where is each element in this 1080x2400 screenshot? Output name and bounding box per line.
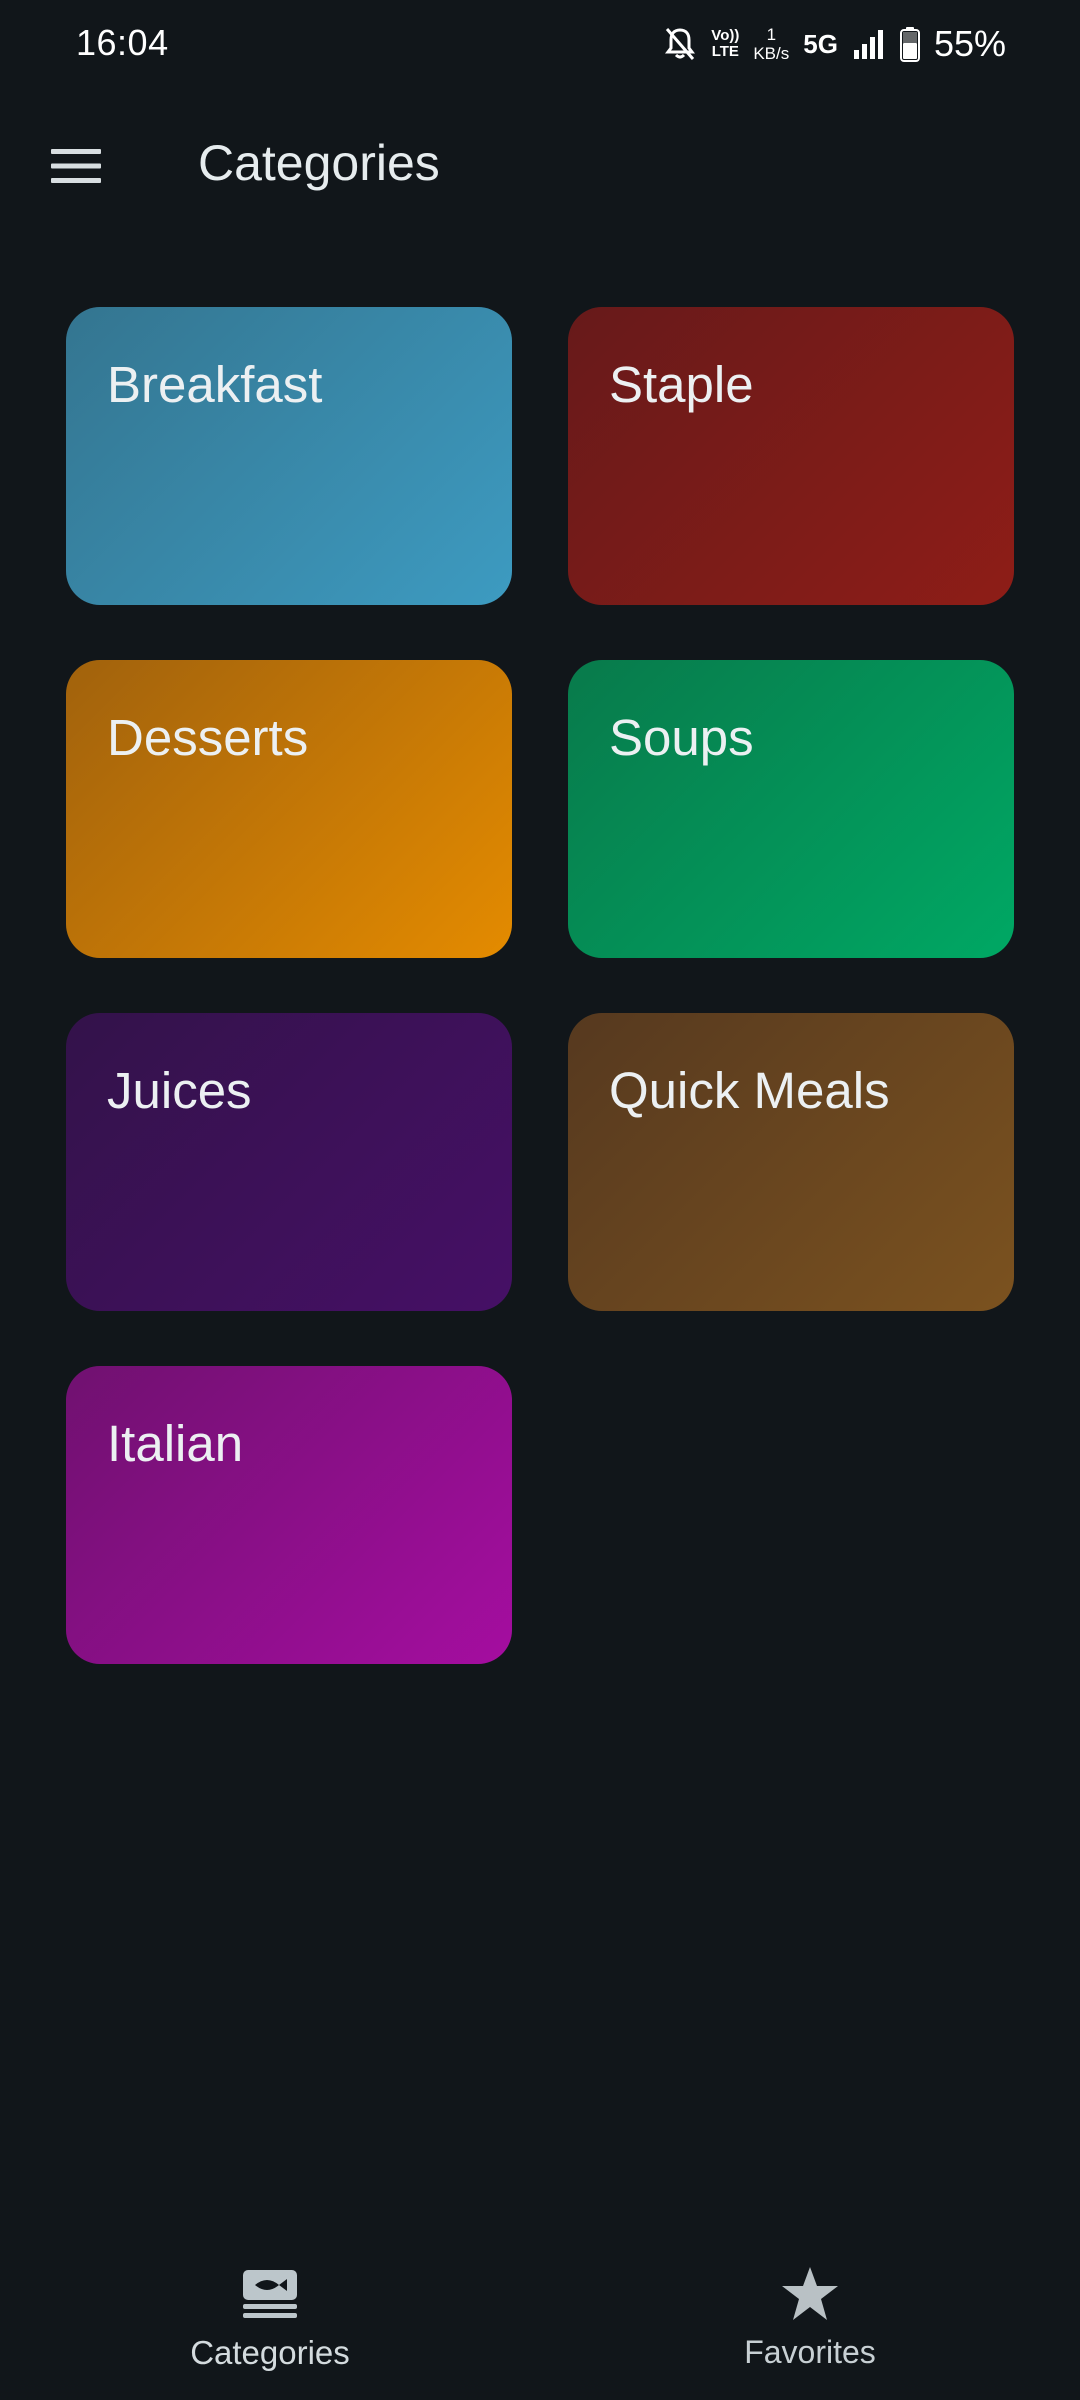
nav-tab-favorites[interactable]: Favorites: [660, 2264, 960, 2384]
bottom-navigation: Categories Favorites: [0, 2240, 1080, 2400]
menu-button[interactable]: [40, 132, 112, 204]
page-title: Categories: [198, 135, 440, 191]
volte-top: Vo)): [711, 27, 740, 44]
battery-icon: [899, 26, 920, 62]
mute-bell-icon: [663, 26, 697, 62]
category-card-staple[interactable]: Staple: [568, 307, 1014, 605]
network-type: 5G: [803, 28, 838, 59]
volte-bottom: LTE: [711, 43, 739, 60]
category-card-juices[interactable]: Juices: [66, 1013, 512, 1311]
app-bar: Categories: [0, 90, 1080, 240]
category-icon: [241, 2264, 299, 2324]
category-card-italian[interactable]: Italian: [66, 1366, 512, 1664]
category-label: Staple: [609, 356, 754, 413]
category-label: Soups: [609, 709, 754, 766]
network-speed: 1 KB/s: [753, 25, 789, 63]
netspeed-unit: KB/s: [753, 44, 790, 63]
category-label: Juices: [107, 1062, 252, 1119]
netspeed-value: 1: [766, 25, 777, 44]
category-grid: Breakfast Staple Desserts Soups Juices Q…: [66, 307, 1014, 1664]
category-card-desserts[interactable]: Desserts: [66, 660, 512, 958]
status-icons: Vo)) LTE 1 KB/s 5G 55%: [663, 18, 1006, 70]
category-label: Desserts: [107, 709, 309, 766]
category-label: Quick Meals: [609, 1062, 890, 1119]
battery-percent: 55%: [933, 23, 1006, 64]
status-time: 16:04: [76, 22, 169, 63]
nav-label: Categories: [190, 2334, 350, 2371]
volte-indicator: Vo)) LTE: [711, 28, 739, 60]
category-card-breakfast[interactable]: Breakfast: [66, 307, 512, 605]
signal-icon: [852, 28, 886, 60]
nav-tab-categories[interactable]: Categories: [120, 2264, 420, 2384]
star-icon: [780, 2264, 840, 2324]
category-card-quick-meals[interactable]: Quick Meals: [568, 1013, 1014, 1311]
status-bar: 16:04 Vo)) LTE 1 KB/s 5G 55%: [0, 0, 1080, 90]
nav-label: Favorites: [744, 2334, 876, 2370]
screen: 16:04 Vo)) LTE 1 KB/s 5G 55% Categories …: [0, 0, 1080, 2400]
category-card-soups[interactable]: Soups: [568, 660, 1014, 958]
category-label: Italian: [107, 1415, 244, 1472]
category-label: Breakfast: [107, 356, 323, 413]
hamburger-menu-icon: [50, 146, 102, 191]
